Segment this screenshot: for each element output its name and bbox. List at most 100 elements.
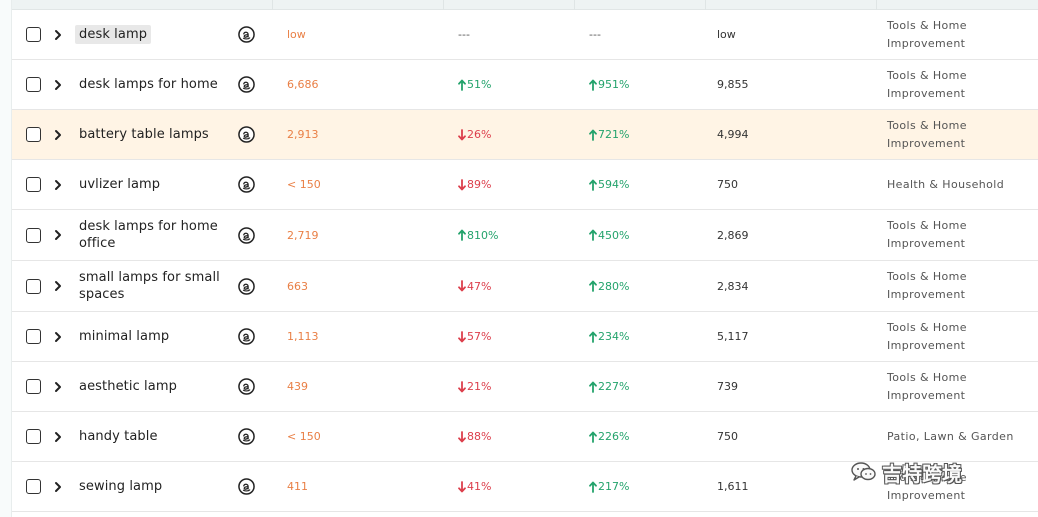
keyword-cell[interactable]: battery table lamps <box>79 110 229 159</box>
amazon-link[interactable] <box>238 60 256 109</box>
row-checkbox[interactable] <box>26 127 41 142</box>
row-checkbox[interactable] <box>26 379 41 394</box>
expand-row-button[interactable] <box>52 10 66 59</box>
trend-1-cell: 26% <box>458 110 558 159</box>
row-checkbox[interactable] <box>26 329 41 344</box>
amazon-link[interactable] <box>238 462 256 511</box>
keyword-text[interactable]: battery table lamps <box>79 126 209 143</box>
expand-row-button[interactable] <box>52 312 66 361</box>
keyword-text[interactable]: desk lamps for home <box>79 76 218 93</box>
arrow-down-icon <box>458 480 466 492</box>
row-checkbox[interactable] <box>26 177 41 192</box>
expand-row-icon[interactable] <box>52 229 64 241</box>
expand-row-icon[interactable] <box>52 129 64 141</box>
table-row[interactable]: aesthetic lamp 439 21% 227% 739 Tools & Home … <box>12 362 1038 412</box>
expand-row-button[interactable] <box>52 210 66 260</box>
expand-row-button[interactable] <box>52 60 66 109</box>
keyword-text[interactable]: aesthetic lamp <box>79 378 177 395</box>
keyword-text[interactable]: desk lamp <box>75 25 152 44</box>
left-rail <box>0 0 12 517</box>
expand-row-icon[interactable] <box>52 179 64 191</box>
row-checkbox[interactable] <box>26 77 41 92</box>
expand-row-button[interactable] <box>52 462 66 511</box>
row-checkbox[interactable] <box>26 227 41 243</box>
table-row[interactable]: handy table < 150 88% 226% 750 Patio, Lawn & … <box>12 412 1038 462</box>
trend-1: --- <box>458 28 470 41</box>
keyword-text[interactable]: sewing lamp <box>79 478 162 495</box>
expand-row-button[interactable] <box>52 362 66 411</box>
amazon-link[interactable] <box>238 110 256 159</box>
trend-2: 721% <box>589 128 629 141</box>
trend-2: 234% <box>589 330 629 343</box>
table-row[interactable]: small lamps for small spaces 663 47% 280% 2,… <box>12 261 1038 312</box>
amazon-link[interactable] <box>238 10 256 59</box>
row-checkbox-cell[interactable] <box>26 60 44 109</box>
row-checkbox-cell[interactable] <box>26 10 44 59</box>
expand-row-button[interactable] <box>52 110 66 159</box>
row-checkbox-cell[interactable] <box>26 312 44 361</box>
keyword-cell[interactable]: desk lamp <box>75 10 229 59</box>
row-checkbox-cell[interactable] <box>26 462 44 511</box>
volume-cell: 750 <box>717 160 837 209</box>
row-checkbox[interactable] <box>26 27 41 42</box>
expand-row-button[interactable] <box>52 412 66 461</box>
expand-row-icon[interactable] <box>52 79 64 91</box>
amazon-link[interactable] <box>238 312 256 361</box>
keyword-cell[interactable]: aesthetic lamp <box>79 362 229 411</box>
table-row[interactable]: minimal lamp 1,113 57% 234% 5,117 Tools & Hom… <box>12 312 1038 362</box>
trend-2-value: 594% <box>598 178 630 191</box>
amazon-link[interactable] <box>238 210 256 260</box>
table-row[interactable]: desk lamps for home office 2,719 810% 450% 2… <box>12 210 1038 261</box>
row-checkbox-cell[interactable] <box>26 210 44 260</box>
trend-2-cell: 234% <box>589 312 689 361</box>
keyword-text[interactable]: desk lamps for home office <box>79 218 229 252</box>
row-checkbox-cell[interactable] <box>26 261 44 311</box>
row-checkbox[interactable] <box>26 278 41 294</box>
trend-1-cell: 41% <box>458 462 558 511</box>
expand-row-button[interactable] <box>52 160 66 209</box>
trend-2: --- <box>589 28 601 41</box>
keyword-cell[interactable]: minimal lamp <box>79 312 229 361</box>
keyword-cell[interactable]: desk lamps for home office <box>79 210 229 260</box>
category-text: Tools & Home Improvement <box>887 320 967 352</box>
table-row[interactable]: desk lamps for home 6,686 51% 951% 9,855 Tool… <box>12 60 1038 110</box>
amazon-link[interactable] <box>238 412 256 461</box>
expand-row-icon[interactable] <box>52 280 64 292</box>
expand-row-icon[interactable] <box>52 431 64 443</box>
expand-row-button[interactable] <box>52 261 66 311</box>
expand-row-icon[interactable] <box>52 381 64 393</box>
row-checkbox-cell[interactable] <box>26 160 44 209</box>
row-checkbox-cell[interactable] <box>26 110 44 159</box>
keyword-text[interactable]: handy table <box>79 428 158 445</box>
expand-row-icon[interactable] <box>52 481 64 493</box>
amazon-link[interactable] <box>238 261 256 311</box>
table-row[interactable]: sewing lamp 411 41% 217% 1,611 Tools & Home I… <box>12 462 1038 512</box>
expand-row-icon[interactable] <box>52 331 64 343</box>
amazon-link[interactable] <box>238 362 256 411</box>
keyword-cell[interactable]: uvlizer lamp <box>79 160 229 209</box>
header-divider-3 <box>574 0 575 10</box>
keyword-cell[interactable]: sewing lamp <box>79 462 229 511</box>
row-checkbox-cell[interactable] <box>26 362 44 411</box>
keyword-cell[interactable]: handy table <box>79 412 229 461</box>
keyword-cell[interactable]: small lamps for small spaces <box>79 261 229 311</box>
table-row[interactable]: battery table lamps 2,913 26% 721% 4,994 Tool… <box>12 110 1038 160</box>
volume-value: 750 <box>717 430 738 443</box>
keyword-cell[interactable]: desk lamps for home <box>79 60 229 109</box>
table-row[interactable]: desk lamp low --- --- low Tools & Home Improv… <box>12 10 1038 60</box>
table-row[interactable]: uvlizer lamp < 150 89% 594% 750 Health & Hous… <box>12 160 1038 210</box>
trend-1-value: 26% <box>467 128 492 141</box>
amazon-link[interactable] <box>238 160 256 209</box>
keyword-text[interactable]: small lamps for small spaces <box>79 269 229 303</box>
chevron-right-icon <box>55 179 61 190</box>
row-checkbox[interactable] <box>26 429 41 444</box>
keyword-text[interactable]: uvlizer lamp <box>79 176 160 193</box>
trend-2: 951% <box>589 78 629 91</box>
volume-cell: 9,855 <box>717 60 837 109</box>
row-checkbox[interactable] <box>26 479 41 494</box>
arrow-up-icon <box>589 129 597 141</box>
trend-1-value: 810% <box>467 228 499 242</box>
expand-row-icon[interactable] <box>52 29 64 41</box>
row-checkbox-cell[interactable] <box>26 412 44 461</box>
keyword-text[interactable]: minimal lamp <box>79 328 169 345</box>
